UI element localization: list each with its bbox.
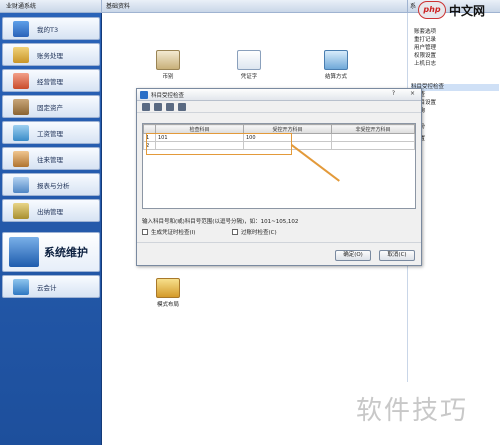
sidebar-item-system-maintenance[interactable]: 系统维护 xyxy=(2,232,100,272)
sidebar-item-label: 我的T3 xyxy=(37,25,59,34)
divider xyxy=(137,242,421,243)
wrench-icon xyxy=(9,237,39,267)
sidebar-item-label: 往来管理 xyxy=(37,155,63,164)
save-icon[interactable] xyxy=(142,102,150,111)
dialog-title: 科目受控检查 xyxy=(151,92,185,99)
cashier-icon xyxy=(13,202,29,219)
dialog-toolbar xyxy=(137,101,421,113)
cancel-button[interactable]: 取消(C) xyxy=(379,250,415,261)
payroll-icon xyxy=(13,124,29,141)
watermark-bottom-text: 软件技巧 xyxy=(356,396,469,426)
check-on-voucher[interactable]: 生成凭证时检查(I) xyxy=(142,228,195,236)
main-panel-title: 基础资料 xyxy=(102,0,407,13)
voucher-type-shortcut[interactable]: 凭证字 xyxy=(229,50,269,80)
app-icon xyxy=(140,90,148,99)
home-icon xyxy=(13,20,29,37)
right-panel-item-selected[interactable]: 科目受控检查 xyxy=(411,84,499,91)
watermark-bottom: 软件技巧 xyxy=(350,382,500,445)
ok-button[interactable]: 确定(O) xyxy=(335,250,371,261)
sidebar-item-operations[interactable]: 经营管理 xyxy=(2,69,100,92)
right-panel-item[interactable]: 账套选项 xyxy=(414,29,436,36)
input-hint: 输入科目号和(或)科目号范围(以逗号分隔)，如：101~105,102 xyxy=(142,219,299,225)
right-panel-item[interactable]: 权限设置 xyxy=(414,53,436,60)
sidebar-item-receivables[interactable]: 往来管理 xyxy=(2,147,100,170)
sidebar-item-my-t3[interactable]: 我的T3 xyxy=(2,17,100,40)
shortcut-label: 币别 xyxy=(162,74,174,80)
voucher-icon xyxy=(237,50,261,70)
sidebar-item-label: 固定资产 xyxy=(37,103,63,112)
shortcut-label: 模式布局 xyxy=(156,302,179,308)
right-panel-item[interactable]: 用户管理 xyxy=(414,45,436,52)
settlement-icon xyxy=(324,50,348,70)
sidebar-item-cloud-accounting[interactable]: 云会计 xyxy=(2,275,100,298)
help-button[interactable]: ? xyxy=(392,90,395,97)
checkbox[interactable] xyxy=(232,229,238,235)
report-icon xyxy=(13,176,29,193)
sidebar-item-payroll[interactable]: 工资管理 xyxy=(2,121,100,144)
settlement-method-shortcut[interactable]: 结算方式 xyxy=(316,50,356,80)
shortcut-label: 凭证字 xyxy=(240,74,258,80)
sidebar-item-label: 经营管理 xyxy=(37,77,63,86)
sidebar-item-label: 账务处理 xyxy=(37,51,63,60)
watermark-logo-badge: php xyxy=(418,1,446,19)
highlight-annotation-box xyxy=(146,133,292,155)
currency-shortcut[interactable]: 币别 xyxy=(148,50,188,80)
sidebar: 我的T3 账务处理 经营管理 固定资产 工资管理 往来管理 报表与分析 出纳管理… xyxy=(0,13,102,445)
sidebar-item-label: 工资管理 xyxy=(37,129,63,138)
sidebar-item-reports[interactable]: 报表与分析 xyxy=(2,173,100,196)
box-icon xyxy=(13,72,29,89)
sidebar-item-label: 报表与分析 xyxy=(37,181,70,190)
left-panel-title: 业财通系统 xyxy=(0,0,102,13)
checkbox[interactable] xyxy=(142,229,148,235)
sidebar-item-label: 系统维护 xyxy=(44,246,88,259)
close-button[interactable]: × xyxy=(410,90,415,97)
watermark-logo-text: 中文网 xyxy=(449,3,486,18)
sidebar-item-accounting[interactable]: 账务处理 xyxy=(2,43,100,66)
ledger-icon xyxy=(13,46,29,63)
shortcut-label: 结算方式 xyxy=(324,74,347,80)
asset-icon xyxy=(13,98,29,115)
people-icon xyxy=(13,150,29,167)
print-icon[interactable] xyxy=(178,102,186,111)
account-control-dialog: 科目受控检查 ? × 检查科目 受控开方科目 非受控开方科目 1 101 100… xyxy=(136,88,422,266)
sidebar-item-label: 云会计 xyxy=(37,283,57,292)
checkbox-label: 生成凭证时检查(I) xyxy=(151,230,196,236)
layout-icon xyxy=(156,278,180,298)
dialog-titlebar: 科目受控检查 ? × xyxy=(137,89,421,101)
sidebar-item-cashier[interactable]: 出纳管理 xyxy=(2,199,100,222)
table-cell[interactable] xyxy=(331,141,415,150)
delete-row-icon[interactable] xyxy=(166,102,174,111)
checkbox-label: 过账时检查(C) xyxy=(241,230,277,236)
watermark-logo: php 中文网 xyxy=(418,0,500,20)
layout-mode-shortcut[interactable]: 模式布局 xyxy=(148,278,188,308)
insert-row-icon[interactable] xyxy=(154,102,162,111)
right-panel-item[interactable]: 重打记录 xyxy=(414,37,436,44)
right-panel-item[interactable]: 上机日志 xyxy=(414,61,436,68)
sidebar-item-label: 出纳管理 xyxy=(37,207,63,216)
currency-icon xyxy=(156,50,180,70)
column-header: 非受控开方科目 xyxy=(331,124,415,134)
check-on-posting[interactable]: 过账时检查(C) xyxy=(232,228,277,236)
sidebar-item-fixed-assets[interactable]: 固定资产 xyxy=(2,95,100,118)
table-cell[interactable] xyxy=(331,133,415,142)
monitor-icon xyxy=(13,278,29,295)
